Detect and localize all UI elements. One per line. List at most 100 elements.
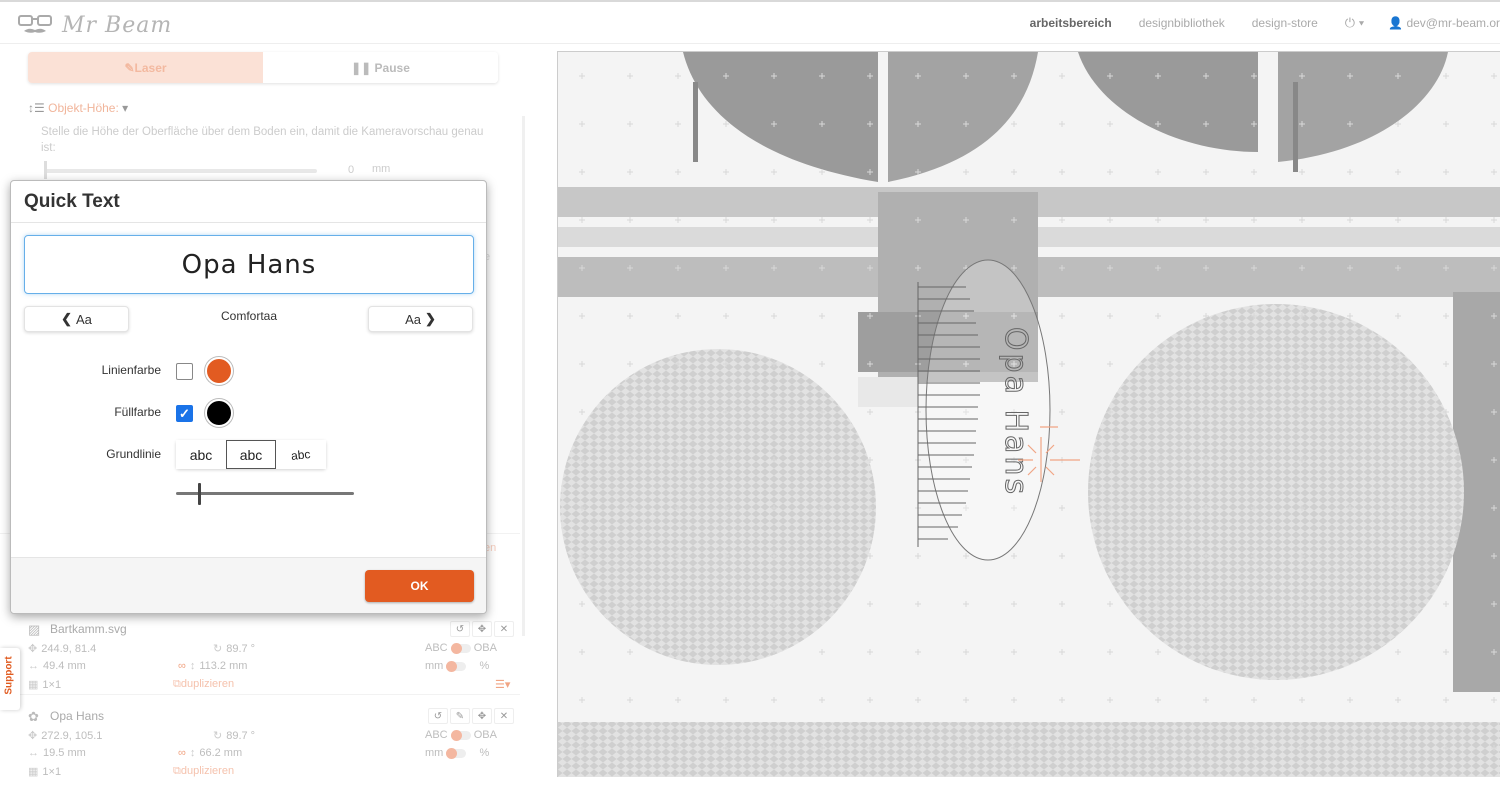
quick-text-dialog: Quick Text Opa Hans ❮ Aa Comfortaa Aa ❯ … xyxy=(10,180,487,614)
power-menu-icon[interactable]: ⏻ ▾ xyxy=(1345,15,1364,31)
next-font-label: Aa xyxy=(405,311,421,327)
brand-wordmark: Mr Beam xyxy=(62,12,173,38)
move-icon[interactable]: ✥ xyxy=(472,708,492,724)
object-height-description: Stelle die Höhe der Oberfläche über dem … xyxy=(41,126,484,154)
link-icon: ∞ xyxy=(178,660,186,672)
reset-rotation-icon[interactable]: ↺ xyxy=(428,708,448,724)
fill-color-swatch[interactable] xyxy=(205,399,233,427)
design-name[interactable]: Bartkamm.svg xyxy=(50,622,127,636)
move-icon[interactable]: ✥ xyxy=(472,621,492,637)
duplicate-button[interactable]: ⧉duplizieren xyxy=(173,678,234,691)
design-width[interactable]: ↔ 19.5 mm xyxy=(28,747,86,759)
stroke-color-label: Linienfarbe xyxy=(101,363,161,377)
link-icon: ∞ xyxy=(178,747,186,759)
laser-icon: ✎ xyxy=(124,60,135,75)
design-width[interactable]: ↔ 49.4 mm xyxy=(28,660,86,672)
svg-file-icon: ▨ xyxy=(28,622,41,637)
ok-button[interactable]: OK xyxy=(365,570,474,602)
unit-toggle[interactable]: mm % xyxy=(425,747,489,759)
left-panel-scrollbar[interactable] xyxy=(522,116,525,636)
baseline-arc-option[interactable]: abc xyxy=(276,440,326,469)
support-label: Support xyxy=(3,656,15,695)
design-height[interactable]: ∞ ↕ 66.2 mm xyxy=(178,747,242,759)
design-rotation[interactable]: ↻ 89.7 ° xyxy=(213,729,255,742)
divider xyxy=(0,694,520,695)
nav-link-arbeitsbereich[interactable]: arbeitsbereich xyxy=(1030,16,1112,30)
height-icon: ↕☰ xyxy=(28,101,45,115)
dialog-title: Quick Text xyxy=(24,191,120,212)
move-icon: ✥ xyxy=(28,730,38,742)
unit-toggle[interactable]: mm % xyxy=(425,660,489,672)
pause-label: Pause xyxy=(374,60,410,75)
next-font-button[interactable]: Aa ❯ xyxy=(368,306,473,332)
design-actions: ↺ ✥ ✕ xyxy=(448,621,514,637)
nav-link-designbibliothek[interactable]: designbibliothek xyxy=(1139,16,1225,30)
height-icon: ↕ xyxy=(189,747,196,759)
remove-icon[interactable]: ✕ xyxy=(494,708,514,724)
quick-text-input[interactable]: Opa Hans xyxy=(24,235,474,294)
design-actions: ↺ ✎ ✥ ✕ xyxy=(426,708,514,724)
laser-button[interactable]: ✎ Laser xyxy=(28,52,263,83)
glasses-mustache-icon xyxy=(18,15,52,33)
object-height-toggle[interactable]: ↕☰ Objekt-Höhe: ▾ xyxy=(28,101,128,115)
menu-icon[interactable]: ☰▾ xyxy=(495,678,510,691)
fill-color-label: Füllfarbe xyxy=(114,405,161,419)
mirror-toggle[interactable]: ABC OBA xyxy=(425,729,497,741)
duplicate-icon: ⧉ xyxy=(173,765,181,777)
pause-button[interactable]: ❚❚ Pause xyxy=(263,52,498,83)
dialog-footer: OK xyxy=(11,557,486,613)
grid-icon: ▦ xyxy=(28,766,39,778)
mirror-toggle[interactable]: ABC OBA xyxy=(425,642,497,654)
edit-icon[interactable]: ✎ xyxy=(450,708,470,724)
user-menu[interactable]: 👤 dev@mr-beam.or xyxy=(1388,16,1500,30)
stroke-color-checkbox[interactable] xyxy=(176,363,193,380)
baseline-curvature-slider-knob[interactable] xyxy=(198,483,201,505)
reset-rotation-icon[interactable]: ↺ xyxy=(450,621,470,637)
user-icon: 👤 xyxy=(1388,16,1404,30)
move-icon: ✥ xyxy=(28,643,38,655)
design-item-bartkamm[interactable]: ▨ Bartkamm.svg ↺ ✥ ✕ ✥ 244.9, 81.4 ↻ 89.7 … xyxy=(28,621,518,702)
duplicate-button[interactable]: ⧉duplizieren xyxy=(173,765,234,778)
workspace-canvas[interactable]: Opa Hans xyxy=(557,51,1500,777)
design-item-opa-hans[interactable]: ✿ Opa Hans ↺ ✎ ✥ ✕ ✥ 272.9, 105.1 ↻ 89.7 °… xyxy=(28,708,518,789)
previous-font-button[interactable]: ❮ Aa xyxy=(24,306,129,332)
caret-down-icon: ▾ xyxy=(122,101,129,115)
object-height-unit: mm xyxy=(372,163,391,175)
baseline-curvature-slider[interactable] xyxy=(176,492,354,495)
width-icon: ↔ xyxy=(28,747,39,759)
design-name[interactable]: Opa Hans xyxy=(50,709,104,723)
engraving-text: Opa Hans xyxy=(998,327,1033,497)
design-grid[interactable]: ▦ 1×1 xyxy=(28,678,61,691)
grid-icon: ▦ xyxy=(28,679,39,691)
brand-logo[interactable]: Mr Beam xyxy=(18,11,172,39)
fill-color-checkbox[interactable]: ✓ xyxy=(176,405,193,422)
navbar: Mr Beam arbeitsbereich designbibliothek … xyxy=(0,2,1500,44)
duplicate-icon: ⧉ xyxy=(173,678,181,690)
previous-font-label: Aa xyxy=(76,311,92,327)
toggle-switch[interactable] xyxy=(446,660,467,672)
height-icon: ↕ xyxy=(189,660,196,672)
toggle-switch[interactable] xyxy=(450,729,471,741)
baseline-wave-option[interactable]: abc xyxy=(226,440,276,469)
design-position[interactable]: ✥ 244.9, 81.4 xyxy=(28,642,96,655)
nav-link-design-store[interactable]: design-store xyxy=(1252,16,1318,30)
design-position[interactable]: ✥ 272.9, 105.1 xyxy=(28,729,102,742)
chevron-right-icon: ❯ xyxy=(425,311,436,326)
object-height-value[interactable]: 0 xyxy=(348,164,354,176)
laser-label: Laser xyxy=(134,60,167,75)
design-grid[interactable]: ▦ 1×1 xyxy=(28,765,61,778)
remove-icon[interactable]: ✕ xyxy=(494,621,514,637)
object-height-slider[interactable] xyxy=(45,169,317,173)
toggle-switch[interactable] xyxy=(446,747,467,759)
baseline-label: Grundlinie xyxy=(106,447,161,461)
stroke-color-swatch[interactable] xyxy=(205,357,233,385)
toggle-switch[interactable] xyxy=(450,642,471,654)
support-tab[interactable]: Support xyxy=(0,648,20,710)
baseline-straight-option[interactable]: abc xyxy=(176,440,226,469)
design-rotation[interactable]: ↻ 89.7 ° xyxy=(213,642,255,655)
object-height-label: Objekt-Höhe: xyxy=(48,101,119,115)
design-height[interactable]: ∞ ↕ 113.2 mm xyxy=(178,660,247,672)
object-height-slider-knob[interactable] xyxy=(44,161,47,179)
dialog-divider xyxy=(11,222,486,223)
baseline-options: abc abc abc xyxy=(176,440,326,469)
